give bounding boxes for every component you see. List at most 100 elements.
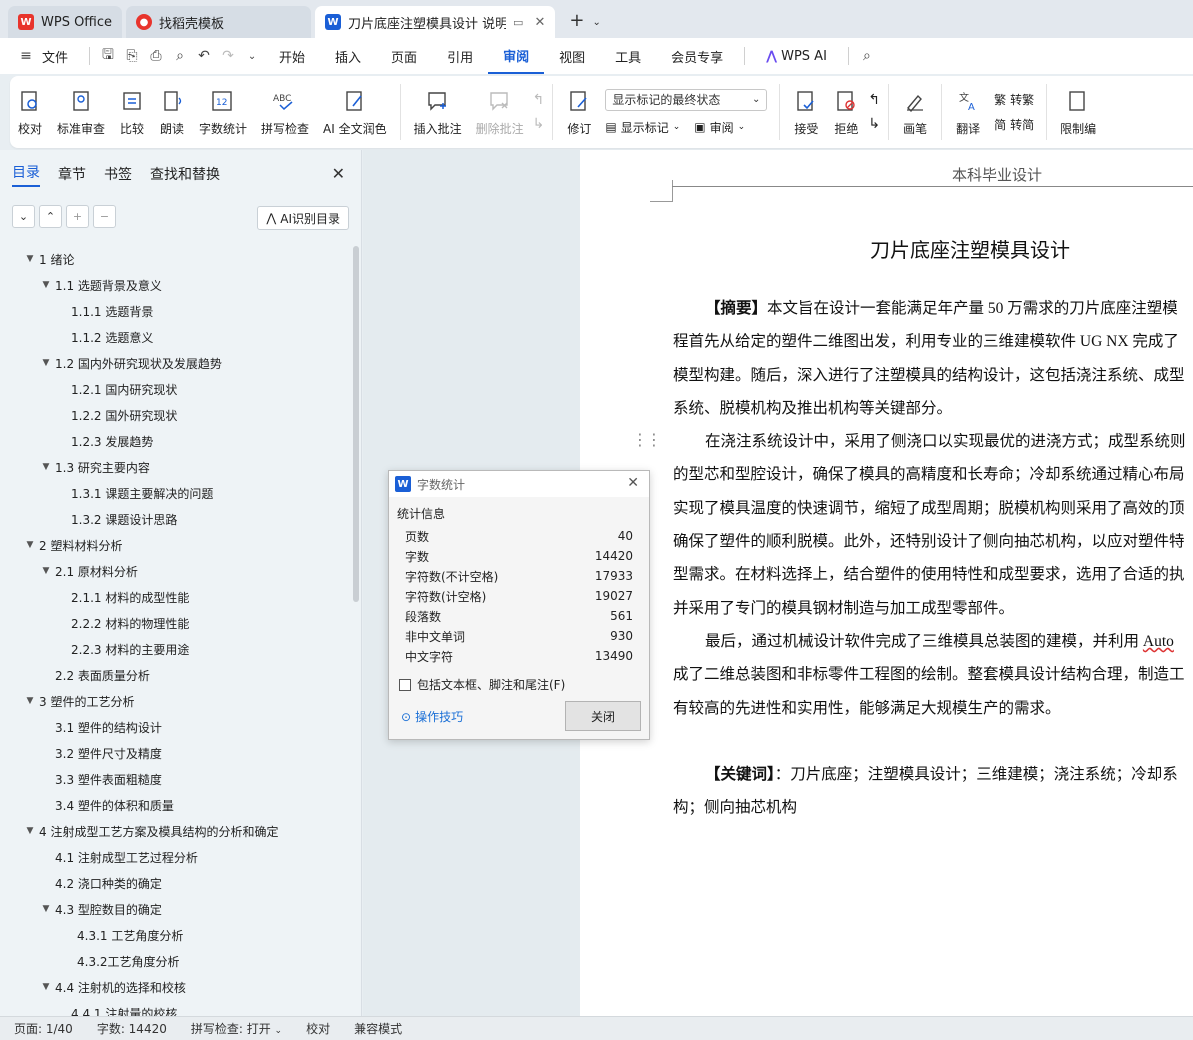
close-panel-icon[interactable]: ✕ (332, 164, 345, 183)
collapse-arrow-icon[interactable]: ▼ (40, 566, 52, 576)
collapse-arrow-icon[interactable]: ▼ (40, 982, 52, 992)
toc-item[interactable]: 4.4.1 注射量的校核 (0, 1000, 352, 1017)
remove-heading-button[interactable]: − (93, 204, 116, 228)
toc-item[interactable]: 4.1 注射成型工艺过程分析 (0, 844, 352, 870)
toc-scrollbar[interactable] (353, 246, 359, 602)
menu-review[interactable]: 审阅 (488, 38, 545, 74)
more-chevron-icon[interactable]: ⌄ (240, 44, 264, 68)
toc-item[interactable]: 1.2.2 国外研究现状 (0, 402, 352, 428)
previous-comment-icon[interactable]: ↰ (533, 92, 545, 108)
toc-item[interactable]: 1.2.1 国内研究现状 (0, 376, 352, 402)
word-count-indicator[interactable]: 字数: 14420 (97, 1020, 179, 1037)
to-traditional-button[interactable]: 繁 转繁 (994, 91, 1034, 108)
next-comment-icon[interactable]: ↳ (533, 116, 545, 132)
page-indicator[interactable]: 页面: 1/40 (14, 1020, 85, 1037)
toc-item[interactable]: ▼ 3 塑件的工艺分析 (0, 688, 352, 714)
toc-item[interactable]: 1.2.3 发展趋势 (0, 428, 352, 454)
tab-document[interactable]: W 刀片底座注塑模具设计 说明书 ▭ ✕ (315, 6, 556, 38)
drag-handle-icon[interactable]: ⋮⋮ (632, 430, 662, 449)
collapse-all-button[interactable]: ⌃ (39, 204, 62, 228)
menu-page[interactable]: 页面 (376, 38, 432, 74)
collapse-arrow-icon[interactable]: ▼ (24, 540, 36, 550)
tab-docer-templates[interactable]: ● 找稻壳模板 (126, 6, 312, 38)
close-button[interactable]: 关闭 (565, 701, 641, 731)
new-tab-icon[interactable]: + (569, 10, 584, 31)
toc-item[interactable]: 2.2.3 材料的主要用途 (0, 636, 352, 662)
print-icon[interactable]: ⎙ (144, 44, 168, 68)
toc-item[interactable]: ▼ 1.2 国内外研究现状及发展趋势 (0, 350, 352, 376)
toc-item[interactable]: 4.3.1 工艺角度分析 (0, 922, 352, 948)
restrict-edit-button[interactable]: 限制编 (1053, 80, 1103, 144)
include-textbox-checkbox[interactable]: 包括文本框、脚注和尾注(F) (389, 666, 649, 693)
delete-comment-button[interactable]: 删除批注 (469, 80, 531, 144)
redo-icon[interactable]: ↷ (216, 44, 240, 68)
toc-item[interactable]: 1.3.2 课题设计思路 (0, 506, 352, 532)
toc-item[interactable]: 1.1.1 选题背景 (0, 298, 352, 324)
tab-toc[interactable]: 目录 (12, 162, 40, 187)
toc-item[interactable]: 2.1.1 材料的成型性能 (0, 584, 352, 610)
compare-button[interactable]: 比较 (112, 80, 152, 144)
dialog-titlebar[interactable]: W 字数统计 ✕ (389, 471, 649, 497)
save-icon[interactable]: 🖫 (96, 44, 120, 68)
toc-item[interactable]: 3.2 塑件尺寸及精度 (0, 740, 352, 766)
accept-button[interactable]: 接受 (786, 80, 826, 144)
tab-sections[interactable]: 章节 (58, 164, 86, 184)
spell-check-indicator[interactable]: 拼写检查: 打开 ⌄ (191, 1020, 294, 1037)
toc-item[interactable]: 3.1 塑件的结构设计 (0, 714, 352, 740)
close-tab-icon[interactable]: ✕ (534, 15, 545, 30)
tab-find-replace[interactable]: 查找和替换 (150, 164, 220, 184)
collapse-arrow-icon[interactable]: ▼ (24, 254, 36, 264)
add-heading-button[interactable]: + (66, 204, 89, 228)
collapse-arrow-icon[interactable]: ▼ (40, 904, 52, 914)
toc-item[interactable]: ▼ 2.1 原材料分析 (0, 558, 352, 584)
toc-item[interactable]: 2.2.2 材料的物理性能 (0, 610, 352, 636)
reject-button[interactable]: 拒绝 (826, 80, 866, 144)
insert-comment-button[interactable]: 插入批注 (407, 80, 469, 144)
menu-home[interactable]: 开始 (264, 38, 320, 74)
collapse-arrow-icon[interactable]: ▼ (40, 462, 52, 472)
expand-all-button[interactable]: ⌄ (12, 204, 35, 228)
ai-polish-button[interactable]: AI 全文润色 (316, 80, 394, 144)
toc-item[interactable]: ▼ 1.1 选题背景及意义 (0, 272, 352, 298)
toc-item[interactable]: 1.1.2 选题意义 (0, 324, 352, 350)
read-aloud-button[interactable]: 朗读 (152, 80, 192, 144)
toc-item[interactable]: 4.2 浇口种类的确定 (0, 870, 352, 896)
close-dialog-icon[interactable]: ✕ (627, 475, 639, 491)
markup-mode-select[interactable]: 显示标记的最终状态 ⌄ (605, 88, 768, 111)
chevron-down-icon[interactable]: ⌄ (592, 17, 600, 28)
toc-item[interactable]: ▼ 2 塑料材料分析 (0, 532, 352, 558)
print-preview-icon[interactable]: ⌕ (168, 44, 192, 68)
toc-item[interactable]: 3.4 塑件的体积和质量 (0, 792, 352, 818)
spell-check-button[interactable]: ABC 拼写检查 (254, 80, 316, 144)
collapse-arrow-icon[interactable]: ▼ (24, 696, 36, 706)
toc-item[interactable]: 3.3 塑件表面粗糙度 (0, 766, 352, 792)
pen-button[interactable]: 画笔 (895, 80, 935, 144)
collapse-arrow-icon[interactable]: ▼ (40, 280, 52, 290)
menu-tools[interactable]: 工具 (600, 38, 656, 74)
toc-item[interactable]: ▼ 4 注射成型工艺方案及模具结构的分析和确定 (0, 818, 352, 844)
tips-link[interactable]: ⊙ 操作技巧 (401, 708, 463, 725)
document-page[interactable]: 本科毕业设计 刀片底座注塑模具设计 【摘要】本文旨在设计一套能满足年产量 50 … (580, 150, 1193, 1016)
document-body[interactable]: 【摘要】本文旨在设计一套能满足年产量 50 万需求的刀片底座注塑模 程首先从给定的… (673, 292, 1193, 825)
toc-item[interactable]: ▼ 1 绪论 (0, 246, 352, 272)
to-simplified-button[interactable]: 简 转简 (994, 116, 1034, 133)
spelling-error-word[interactable]: Auto (1143, 633, 1174, 650)
next-change-icon[interactable]: ↳ (868, 116, 880, 132)
menu-file[interactable]: 文件 (38, 38, 83, 74)
review-pane-button[interactable]: ▣ 审阅 ⌄ (694, 119, 745, 136)
search-icon[interactable]: ⌕ (855, 44, 879, 68)
tab-wps-office[interactable]: W WPS Office (8, 6, 123, 38)
tab-bookmarks[interactable]: 书签 (104, 164, 132, 184)
toc-item[interactable]: ▼ 4.4 注射机的选择和校核 (0, 974, 352, 1000)
word-count-button[interactable]: 12 字数统计 (192, 80, 254, 144)
previous-change-icon[interactable]: ↰ (868, 92, 880, 108)
collapse-arrow-icon[interactable]: ▼ (40, 358, 52, 368)
undo-icon[interactable]: ↶ (192, 44, 216, 68)
menu-view[interactable]: 视图 (544, 38, 600, 74)
proof-indicator[interactable]: 校对 (306, 1020, 342, 1037)
export-icon[interactable]: ⎘ (120, 44, 144, 68)
menu-references[interactable]: 引用 (432, 38, 488, 74)
translate-button[interactable]: 文A 翻译 (948, 80, 988, 144)
standard-review-button[interactable]: 标准审查 (50, 80, 112, 144)
toc-item[interactable]: 1.3.1 课题主要解决的问题 (0, 480, 352, 506)
